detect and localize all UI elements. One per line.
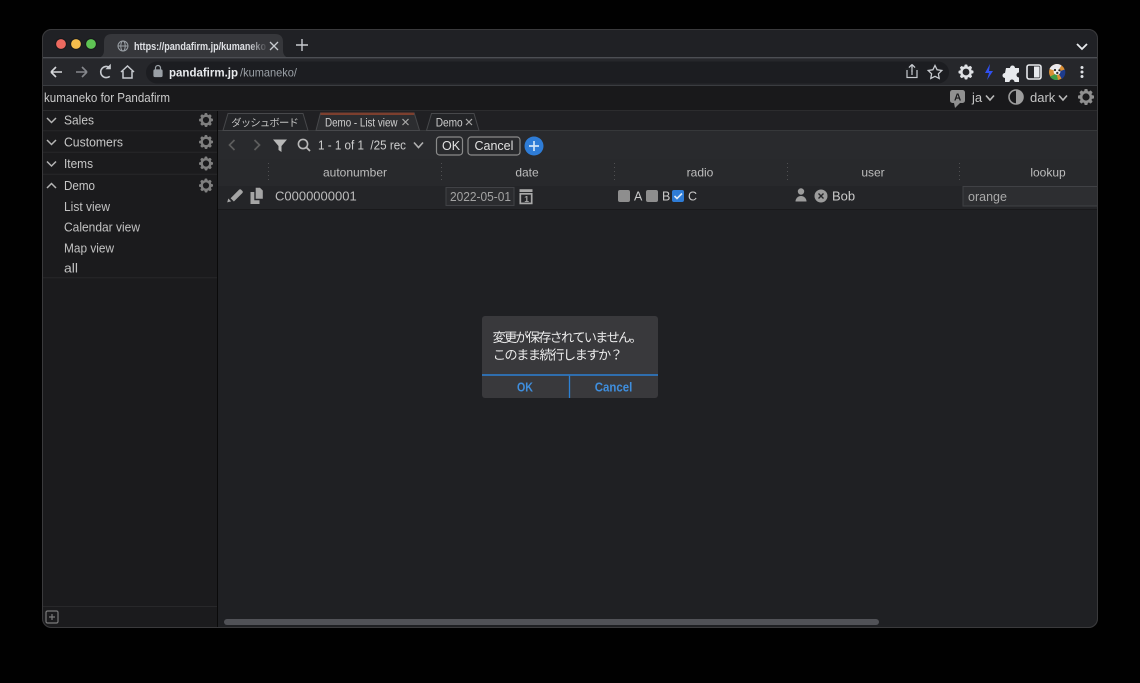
svg-text:radio: radio: [687, 166, 714, 180]
svg-text:autonumber: autonumber: [323, 166, 387, 180]
svg-text:Cancel: Cancel: [475, 139, 514, 153]
svg-text:A: A: [954, 93, 961, 104]
svg-text:/kumaneko/: /kumaneko/: [240, 66, 298, 80]
svg-text:2022-05-01: 2022-05-01: [450, 189, 511, 204]
svg-text:user: user: [861, 166, 884, 180]
svg-text:B: B: [662, 190, 670, 204]
svg-text:OK: OK: [517, 381, 533, 395]
svg-text:Map view: Map view: [64, 242, 115, 256]
svg-text:Calendar view: Calendar view: [64, 221, 141, 235]
svg-text:A: A: [634, 190, 643, 204]
svg-text:C: C: [688, 190, 697, 204]
svg-text:Bob: Bob: [832, 189, 855, 204]
svg-text:Cancel: Cancel: [595, 381, 633, 395]
svg-text:pandafirm.jp: pandafirm.jp: [169, 66, 238, 80]
svg-text:Items: Items: [64, 157, 93, 171]
svg-text:Demo: Demo: [436, 116, 463, 130]
svg-text:1 - 1 of 1 /25 rec: 1 - 1 of 1 /25 rec: [318, 138, 406, 153]
svg-text:kumaneko for Pandafirm: kumaneko for Pandafirm: [44, 90, 170, 105]
svg-text:Customers: Customers: [64, 136, 123, 150]
svg-text:ja: ja: [971, 90, 983, 105]
svg-text:https://pandafirm.jp/kumaneko: https://pandafirm.jp/kumaneko: [134, 41, 266, 53]
svg-text:date: date: [515, 166, 539, 180]
svg-text:OK: OK: [442, 139, 461, 153]
svg-text:orange: orange: [968, 190, 1007, 204]
svg-text:C0000000001: C0000000001: [275, 189, 357, 204]
svg-text:dark: dark: [1030, 90, 1056, 105]
svg-text:Demo: Demo: [64, 179, 95, 193]
svg-text:Demo - List view: Demo - List view: [325, 116, 398, 130]
svg-text:1: 1: [524, 194, 529, 204]
svg-text:List view: List view: [64, 200, 111, 214]
svg-text:all: all: [64, 262, 78, 276]
svg-text:lookup: lookup: [1030, 166, 1066, 180]
svg-text:Sales: Sales: [64, 114, 94, 128]
